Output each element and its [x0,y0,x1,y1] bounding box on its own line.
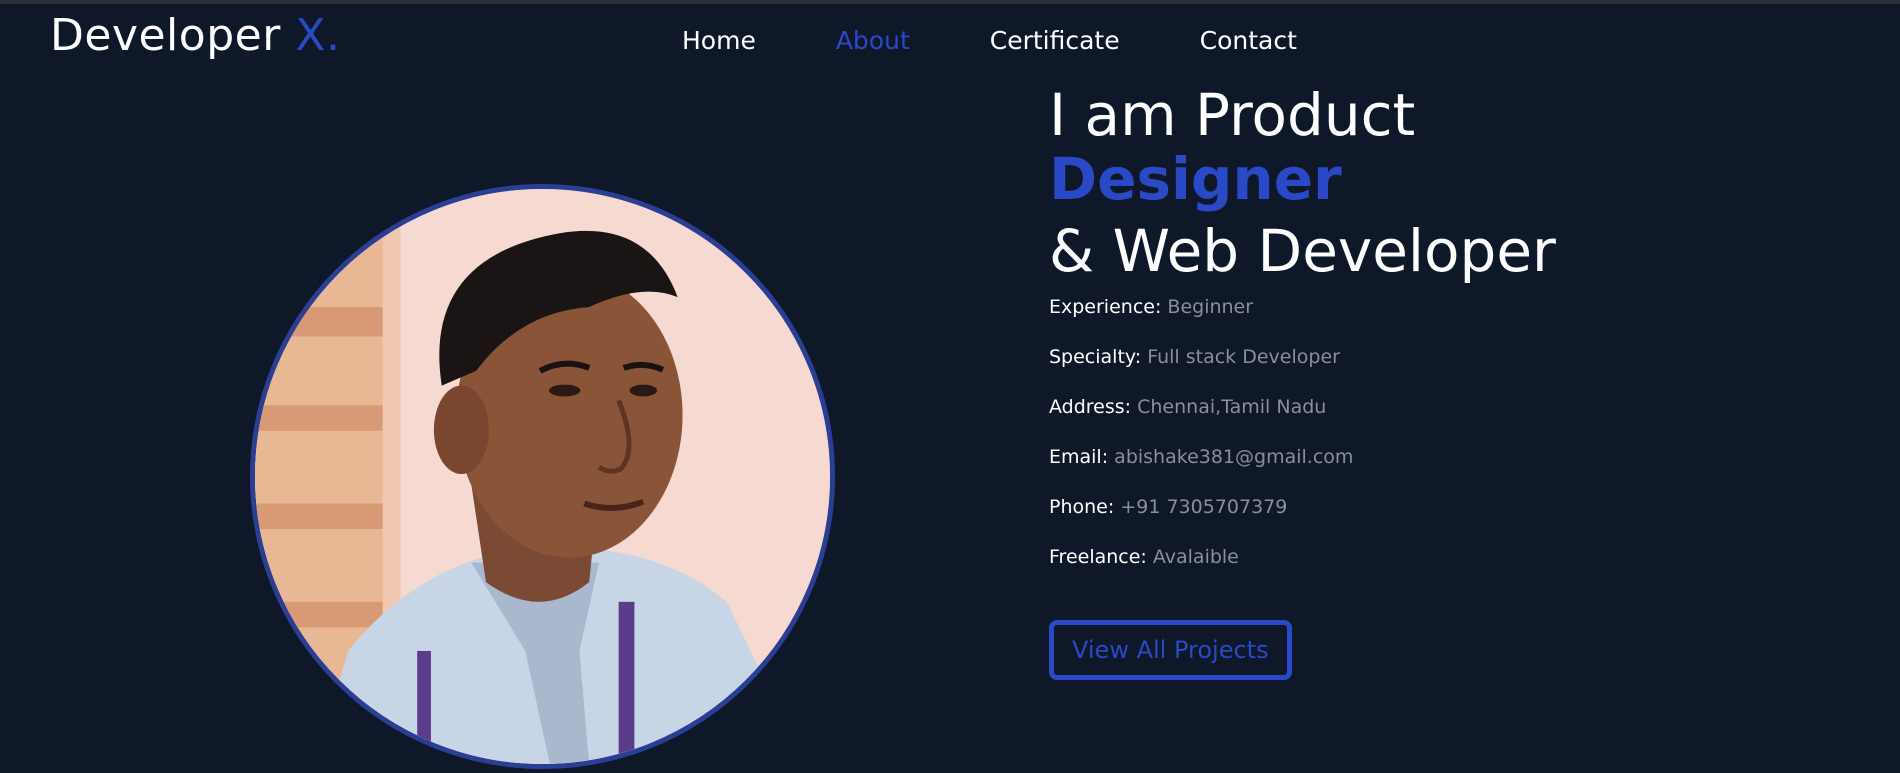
profile-details: Experience: Beginner Specialty: Full sta… [1049,294,1556,570]
detail-email: Email: abishake381@gmail.com [1049,446,1354,468]
page: Developer X. Home About Certificate Cont… [0,0,1900,773]
headline-role: Designer [1049,145,1342,213]
detail-phone: Phone: +91 7305707379 [1049,496,1288,518]
headline-line-1: I am Product [1049,81,1416,149]
main-nav: Home About Certificate Contact [682,22,1297,60]
logo-text: Developer [50,10,281,61]
hero-section: I am Product Designer & Web Developer Ex… [1049,82,1556,680]
nav-about[interactable]: About [836,22,910,60]
detail-specialty: Specialty: Full stack Developer [1049,346,1340,368]
detail-address: Address: Chennai,Tamil Nadu [1049,396,1327,418]
headline-line-3: & Web Developer [1049,217,1556,285]
logo-accent: X. [295,10,341,61]
profile-photo [250,184,835,769]
nav-home[interactable]: Home [682,22,756,60]
detail-freelance: Freelance: Avalaible [1049,546,1239,568]
site-logo[interactable]: Developer X. [50,8,340,64]
detail-experience: Experience: Beginner [1049,296,1254,318]
nav-contact[interactable]: Contact [1200,22,1297,60]
portrait-illustration [255,189,830,764]
view-all-projects-button[interactable]: View All Projects [1049,620,1292,680]
nav-certificate[interactable]: Certificate [990,22,1120,60]
